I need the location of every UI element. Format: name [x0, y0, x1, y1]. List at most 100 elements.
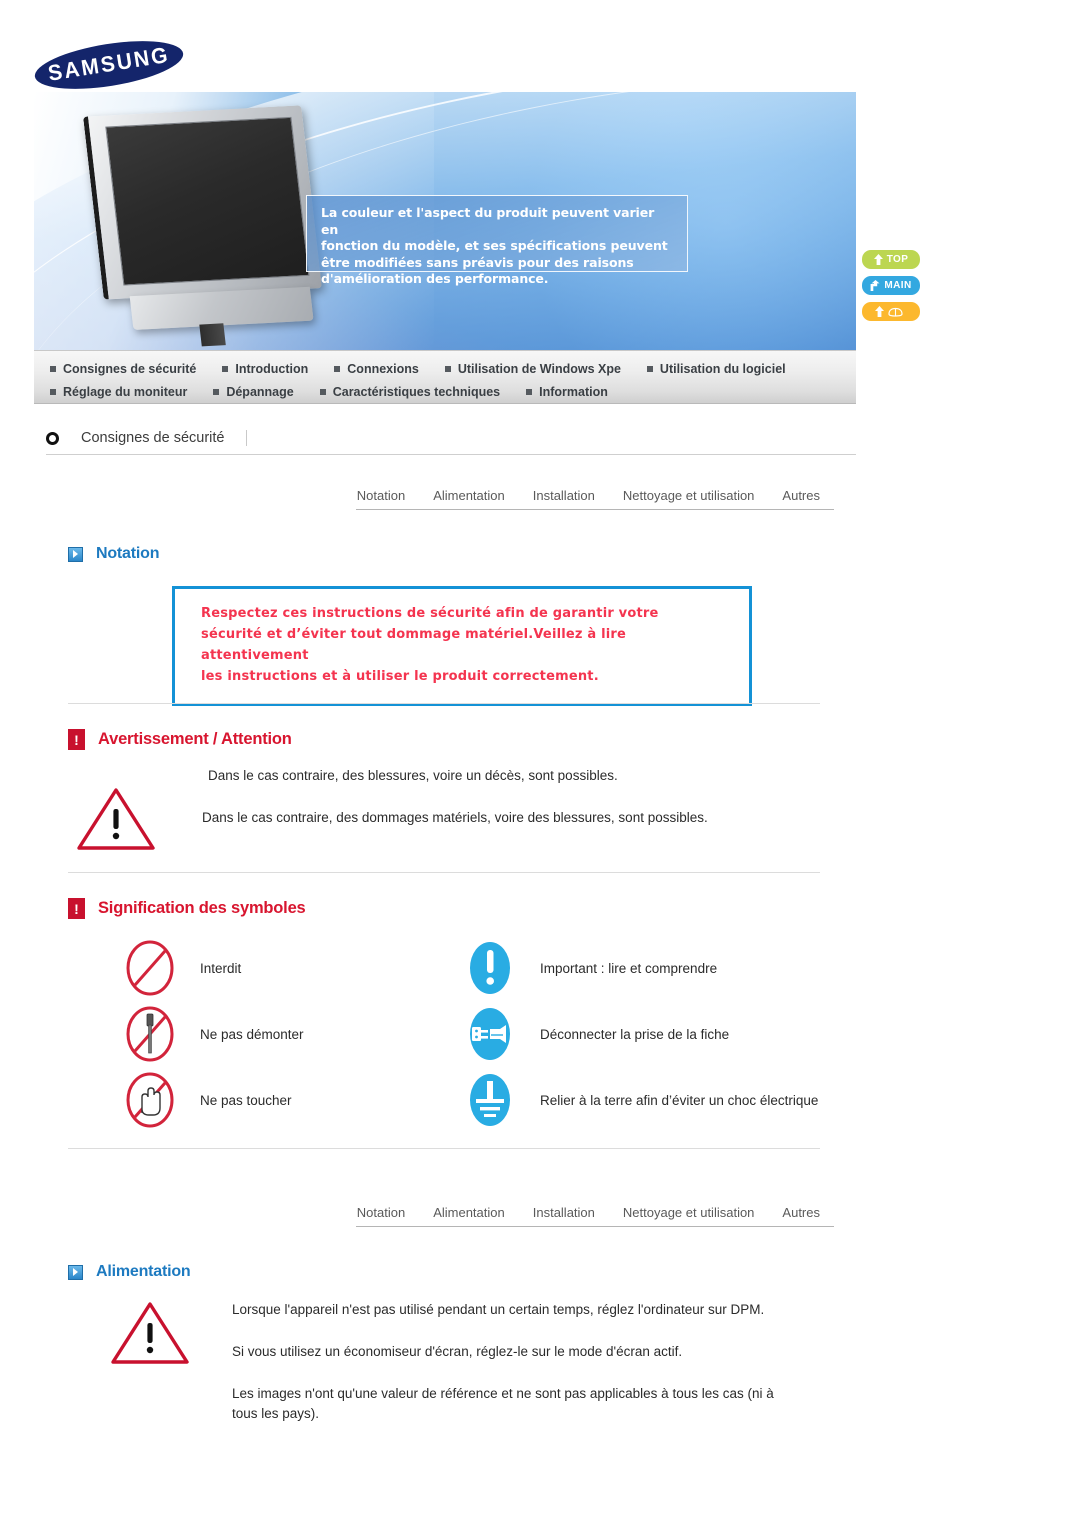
- warning-triangle-icon: [76, 786, 156, 852]
- avertissement-text-2: Dans le cas contraire, des dommages maté…: [202, 810, 708, 825]
- banner-callout: La couleur et l'aspect du produit peuven…: [306, 195, 688, 286]
- ground-earth-icon: [440, 1067, 540, 1133]
- section-title: Notation: [96, 545, 160, 562]
- tab-notation[interactable]: Notation: [343, 1205, 419, 1220]
- symbol-label: Ne pas toucher: [200, 1092, 292, 1108]
- monitor-bezel: [83, 105, 322, 300]
- monitor-screen: [105, 116, 310, 286]
- samsung-logo: SAMSUNG: [31, 32, 187, 98]
- symbol-label: Déconnecter la prise de la fiche: [540, 1026, 730, 1042]
- nav-label: Utilisation de Windows Xpe: [457, 361, 621, 376]
- nav-item-windows-xpe[interactable]: Utilisation de Windows Xpe: [444, 361, 621, 376]
- symbol-label: Ne pas démonter: [200, 1026, 304, 1042]
- nav-item-consignes[interactable]: Consignes de sécurité: [50, 362, 196, 376]
- nav-item-connexions[interactable]: Connexions: [334, 362, 419, 376]
- tab-nettoyage[interactable]: Nettoyage et utilisation: [609, 1205, 769, 1220]
- notice-line-1: Respectez ces instructions de sécurité a…: [201, 606, 659, 621]
- notation-heading: Notation: [68, 545, 159, 563]
- nav-label: Information: [539, 384, 608, 399]
- alimentation-para-1: Lorsque l'appareil n'est pas utilisé pen…: [232, 1302, 765, 1317]
- section-title: Signification des symboles: [98, 899, 306, 917]
- do-not-touch-icon: [100, 1067, 200, 1133]
- nav-label: Caractéristiques techniques: [332, 384, 501, 399]
- side-button-group: TOP MAIN: [862, 250, 920, 328]
- page-title: Consignes de sécurité: [81, 430, 248, 446]
- main-button[interactable]: MAIN: [862, 276, 920, 295]
- arrow-up-icon: [875, 306, 884, 317]
- callout-line-4: d'amélioration des performance.: [321, 271, 549, 286]
- avertissement-text-1: Dans le cas contraire, des blessures, vo…: [208, 768, 618, 783]
- nav-label: Dépannage: [226, 384, 294, 399]
- nav-item-depannage[interactable]: Dépannage: [213, 384, 294, 399]
- no-disassemble-icon: [100, 1001, 200, 1067]
- main-button-label: MAIN: [884, 280, 912, 291]
- tab-installation[interactable]: Installation: [519, 1205, 609, 1220]
- callout-line-3: être modifiées sans préavis pour des rai…: [321, 254, 634, 270]
- alimentation-para-3: Les images n'ont qu'une valeur de référe…: [232, 1386, 774, 1421]
- avertissement-body: Dans le cas contraire, des blessures, vo…: [76, 768, 856, 852]
- main-navigation: Consignes de sécurité Introduction Conne…: [34, 350, 856, 404]
- symboles-heading: ! Signification des symboles: [68, 898, 306, 919]
- tab-autres[interactable]: Autres: [768, 488, 834, 503]
- symbol-label: Interdit: [200, 960, 242, 976]
- bullet-icon: [334, 365, 341, 372]
- bullet-icon: [222, 365, 229, 372]
- tab-nettoyage[interactable]: Nettoyage et utilisation: [609, 488, 769, 503]
- tab-alimentation[interactable]: Alimentation: [419, 1205, 519, 1220]
- bullet-icon: [444, 365, 451, 372]
- callout-line-2: fonction du modèle, et ses spécification…: [321, 238, 668, 253]
- chevron-right-icon: [68, 1264, 83, 1280]
- divider-2: [68, 872, 820, 873]
- tab-alimentation[interactable]: Alimentation: [419, 488, 519, 503]
- exclamation-icon: !: [68, 898, 85, 919]
- symbol-label: Relier à la terre afin d’éviter un choc …: [540, 1092, 819, 1108]
- top-button[interactable]: TOP: [862, 250, 920, 269]
- bullet-icon: [50, 365, 56, 372]
- unplug-icon: [440, 1001, 540, 1067]
- notice-line-2: sécurité et d’éviter tout dommage matéri…: [201, 627, 627, 663]
- nav-item-introduction[interactable]: Introduction: [222, 362, 308, 376]
- nav-label: Utilisation du logiciel: [659, 361, 786, 376]
- nav-row-1: Consignes de sécurité Introduction Conne…: [34, 357, 856, 380]
- alimentation-body: Lorsque l'appareil n'est pas utilisé pen…: [110, 1300, 850, 1424]
- section-title: Alimentation: [96, 1263, 191, 1280]
- nav-item-caracteristiques[interactable]: Caractéristiques techniques: [319, 384, 501, 399]
- monitor-illustration: [83, 105, 339, 347]
- alimentation-para-2: Si vous utilisez un économiseur d'écran,…: [232, 1344, 683, 1359]
- logo-text: SAMSUNG: [46, 42, 172, 87]
- warning-triangle-icon: [110, 1300, 190, 1366]
- circle-icon: [46, 431, 59, 445]
- tab-autres[interactable]: Autres: [768, 1205, 834, 1220]
- tabbar-bottom: Notation Alimentation Installation Netto…: [356, 1205, 834, 1227]
- tabbar-top: Notation Alimentation Installation Netto…: [356, 488, 834, 510]
- nav-item-information[interactable]: Information: [526, 385, 608, 399]
- nav-label: Réglage du moniteur: [63, 384, 188, 399]
- nav-label: Connexions: [347, 361, 419, 376]
- nav-item-logiciel[interactable]: Utilisation du logiciel: [646, 361, 786, 376]
- nav-item-reglage-moniteur[interactable]: Réglage du moniteur: [50, 385, 187, 399]
- logo-ellipse: SAMSUNG: [31, 32, 187, 98]
- tab-notation[interactable]: Notation: [343, 488, 419, 503]
- bullet-icon: [526, 388, 533, 395]
- symbol-label: Important : lire et comprendre: [540, 960, 718, 976]
- page-header: Consignes de sécurité: [46, 430, 856, 455]
- book-icon: [888, 307, 903, 317]
- arrow-step-icon: [870, 280, 880, 291]
- prohibited-icon: [100, 935, 200, 1001]
- tab-installation[interactable]: Installation: [519, 488, 609, 503]
- callout-line-1: La couleur et l'aspect du produit peuven…: [321, 205, 655, 237]
- monitor-stand-neck: [199, 323, 226, 347]
- notice-line-3: les instructions et à utiliser le produi…: [201, 669, 599, 684]
- avertissement-heading: ! Avertissement / Attention: [68, 729, 292, 750]
- book-button[interactable]: [862, 302, 920, 321]
- divider-3: [68, 1148, 820, 1149]
- bullet-icon: [319, 388, 326, 395]
- symbol-legend: Interdit Important : lire et comprendre …: [100, 935, 840, 1133]
- nav-label: Consignes de sécurité: [63, 361, 197, 376]
- bullet-icon: [213, 388, 220, 395]
- top-button-label: TOP: [886, 254, 909, 265]
- section-title: Avertissement / Attention: [98, 730, 292, 748]
- alimentation-heading: Alimentation: [68, 1263, 191, 1281]
- nav-label: Introduction: [235, 361, 309, 376]
- hero-banner: La couleur et l'aspect du produit peuven…: [34, 92, 856, 350]
